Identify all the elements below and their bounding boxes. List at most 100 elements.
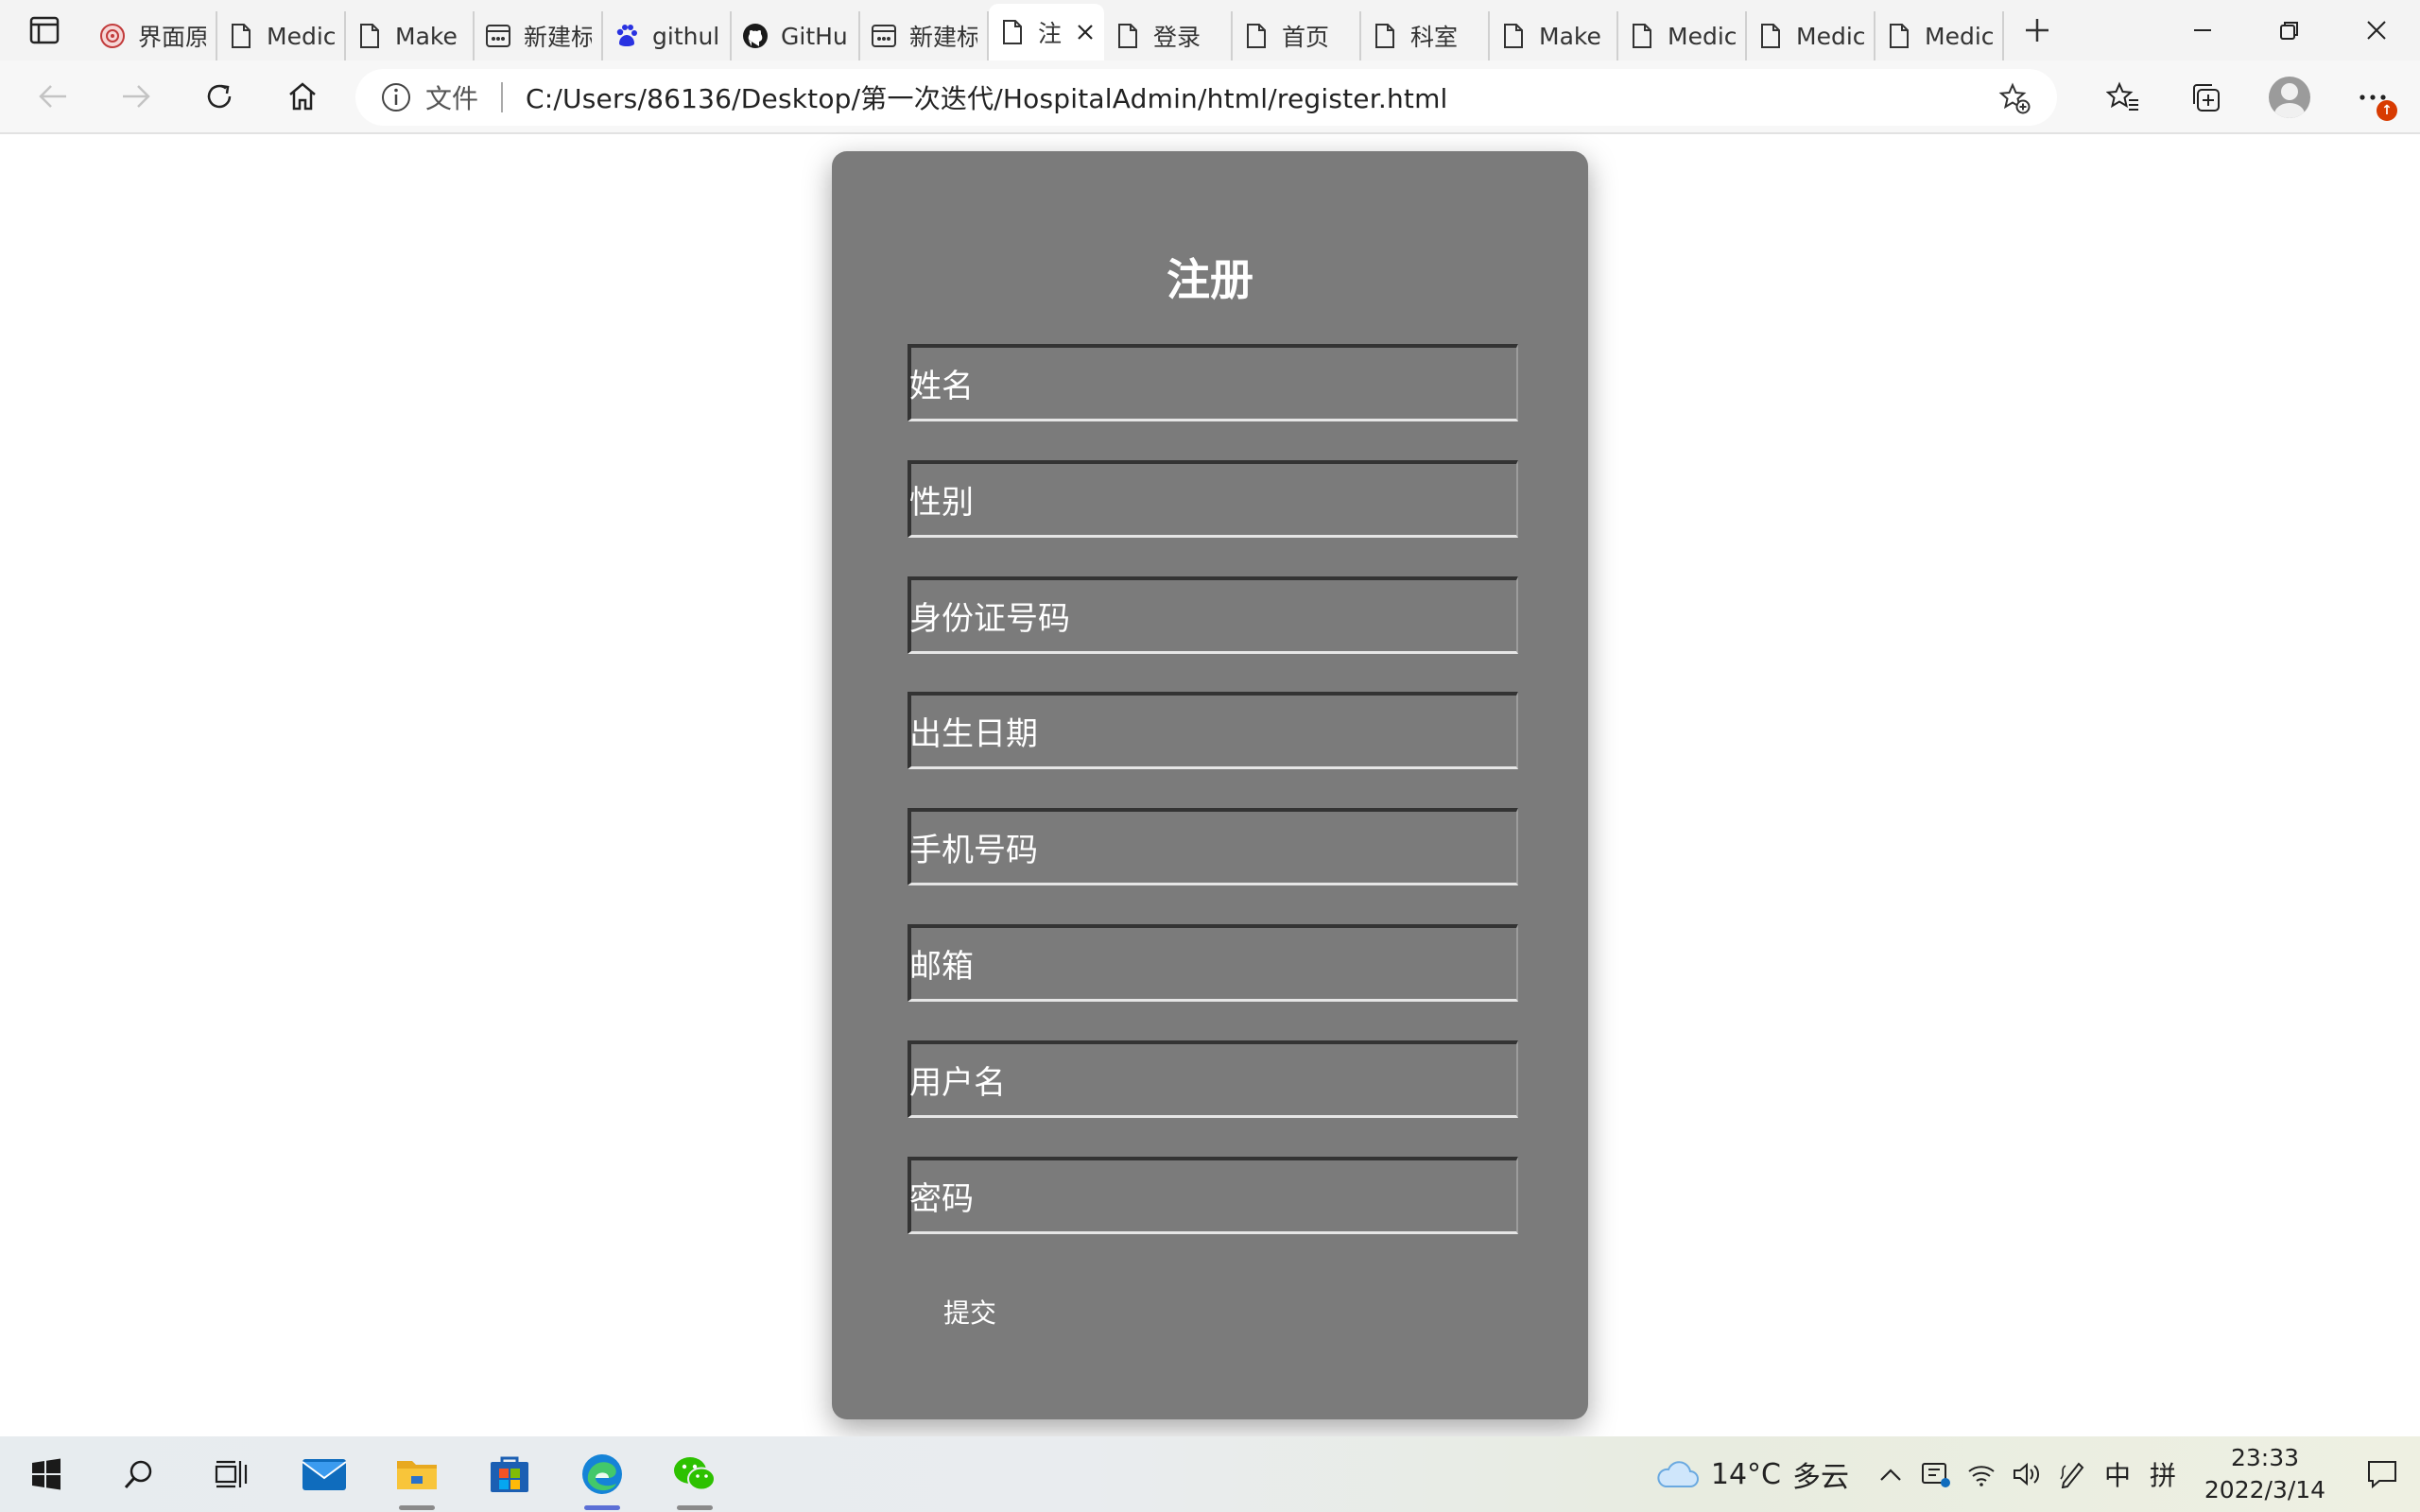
close-window-button[interactable] (2333, 0, 2420, 60)
favorites-button[interactable] (2082, 60, 2165, 134)
submit-button[interactable]: 提交 (943, 1293, 996, 1331)
home-button[interactable] (261, 60, 344, 133)
store-app[interactable] (463, 1436, 556, 1512)
tab-label: githul (652, 22, 720, 50)
browser-tab[interactable]: 注 (989, 4, 1104, 60)
start-icon (32, 1458, 60, 1490)
input-language-button[interactable]: 中 (2095, 1436, 2140, 1512)
tab-label: Medic (1668, 22, 1736, 50)
forward-button[interactable] (95, 60, 178, 133)
info-icon[interactable] (380, 81, 412, 113)
tab-label: 注 (1038, 20, 1063, 47)
taskbar: 14°C 多云 中 拼 23:33 2022/3/14 (0, 1436, 2420, 1512)
restore-button[interactable] (2246, 0, 2333, 60)
tab-label: GitHu (781, 22, 848, 50)
name-field[interactable]: 姓名 (908, 344, 1518, 421)
back-button[interactable] (11, 60, 95, 133)
pen-button[interactable] (2049, 1436, 2095, 1512)
file-explorer-icon (397, 1461, 437, 1489)
page-icon (1114, 22, 1142, 50)
mail-app[interactable] (278, 1436, 371, 1512)
birth-date-field[interactable]: 出生日期 (908, 692, 1518, 769)
id-number-field[interactable]: 身份证号码 (908, 576, 1518, 654)
gender-field[interactable]: 性别 (908, 460, 1518, 538)
browser-tab[interactable]: Make (1490, 11, 1618, 60)
start-button[interactable] (0, 1436, 93, 1512)
file-explorer-app[interactable] (371, 1436, 463, 1512)
browser-tab[interactable]: 登录 (1104, 11, 1233, 60)
browser-toolbar: 文件 C:/Users/86136/Desktop/第一次迭代/Hospital… (0, 60, 2420, 134)
browser-tab[interactable]: Medic (1618, 11, 1747, 60)
task-view-button[interactable] (185, 1436, 278, 1512)
add-favorite-button[interactable] (1998, 82, 2031, 118)
browser-tab[interactable]: 界面原 (89, 11, 217, 60)
tab-strip: 界面原 Medic Make 新建标 githul GitHu 新建标 注 登录 首页 科室 Make… (0, 0, 2420, 60)
browser-tab[interactable]: 新建标 (860, 11, 989, 60)
profile-button[interactable] (2248, 60, 2331, 134)
arrow-right-icon (123, 85, 150, 108)
browser-tab[interactable]: Medic (217, 11, 346, 60)
browser-tab[interactable]: GitHu (732, 11, 860, 60)
browser-tab[interactable]: 科室 (1361, 11, 1490, 60)
gender-placeholder: 性别 (909, 484, 974, 522)
birth-date-placeholder: 出生日期 (909, 715, 1038, 753)
minimize-button[interactable] (2159, 0, 2246, 60)
network-button[interactable] (1959, 1436, 2004, 1512)
arrow-left-icon (39, 85, 66, 108)
close-tab-icon[interactable] (1076, 17, 1095, 48)
tab-actions-menu-button[interactable] (0, 0, 89, 60)
password-field[interactable]: 密码 (908, 1157, 1518, 1234)
phone-field[interactable]: 手机号码 (908, 808, 1518, 885)
wechat-icon (674, 1457, 716, 1491)
browser-tab[interactable]: githul (603, 11, 732, 60)
speaker-icon (2014, 1462, 2040, 1486)
site-seal-icon (98, 22, 127, 50)
weather-widget[interactable]: 14°C 多云 (1656, 1453, 1849, 1495)
collections-button[interactable] (2165, 60, 2248, 134)
tab-actions-icon (29, 16, 60, 44)
refresh-button[interactable] (178, 60, 261, 133)
page-icon (355, 22, 384, 50)
volume-button[interactable] (2004, 1436, 2049, 1512)
new-tab-button[interactable] (2004, 0, 2070, 60)
url-text[interactable]: C:/Users/86136/Desktop/第一次迭代/HospitalAdm… (526, 78, 1448, 116)
github-icon (741, 22, 769, 50)
clock-time: 23:33 (2230, 1444, 2300, 1471)
id-number-placeholder: 身份证号码 (909, 600, 1070, 638)
browser-tab[interactable]: 首页 (1233, 11, 1361, 60)
page-icon (998, 18, 1027, 46)
browser-tab[interactable]: Make (346, 11, 475, 60)
wechat-app[interactable] (648, 1436, 741, 1512)
name-placeholder: 姓名 (909, 368, 974, 405)
tray-app-button[interactable] (1913, 1436, 1959, 1512)
store-icon (491, 1456, 528, 1492)
page-icon (1371, 22, 1399, 50)
browser-tab[interactable]: Medic (1876, 11, 2004, 60)
register-card: 注册 姓名 性别 身份证号码 出生日期 手机号码 邮箱 用户名 密码 提交 (832, 151, 1588, 1419)
page-icon (1628, 22, 1656, 50)
ime-mode-button[interactable]: 拼 (2140, 1436, 2186, 1512)
tab-label: Make (395, 22, 458, 50)
cloud-icon (1657, 1461, 1699, 1487)
meet-now-icon (1922, 1463, 1950, 1487)
baidu-paw-icon (613, 22, 641, 50)
phone-placeholder: 手机号码 (909, 832, 1038, 869)
separator (501, 82, 504, 112)
browser-tab[interactable]: Medic (1747, 11, 1876, 60)
search-button[interactable] (93, 1436, 185, 1512)
show-hidden-icons-button[interactable] (1868, 1436, 1913, 1512)
edge-app[interactable] (556, 1436, 648, 1512)
page-icon (1499, 22, 1528, 50)
username-field[interactable]: 用户名 (908, 1040, 1518, 1118)
clock[interactable]: 23:33 2022/3/14 (2199, 1442, 2331, 1506)
page-icon (227, 22, 255, 50)
tab-label: 科室 (1410, 24, 1459, 51)
new-tab-page-icon (484, 22, 512, 50)
browser-tab[interactable]: 新建标 (475, 11, 603, 60)
tab-label: 首页 (1282, 24, 1330, 51)
page-icon (1756, 22, 1785, 50)
settings-menu-button[interactable]: ↑ (2331, 60, 2414, 134)
email-field[interactable]: 邮箱 (908, 924, 1518, 1002)
address-bar[interactable]: 文件 C:/Users/86136/Desktop/第一次迭代/Hospital… (355, 69, 2057, 126)
notification-center-button[interactable] (2344, 1436, 2420, 1512)
